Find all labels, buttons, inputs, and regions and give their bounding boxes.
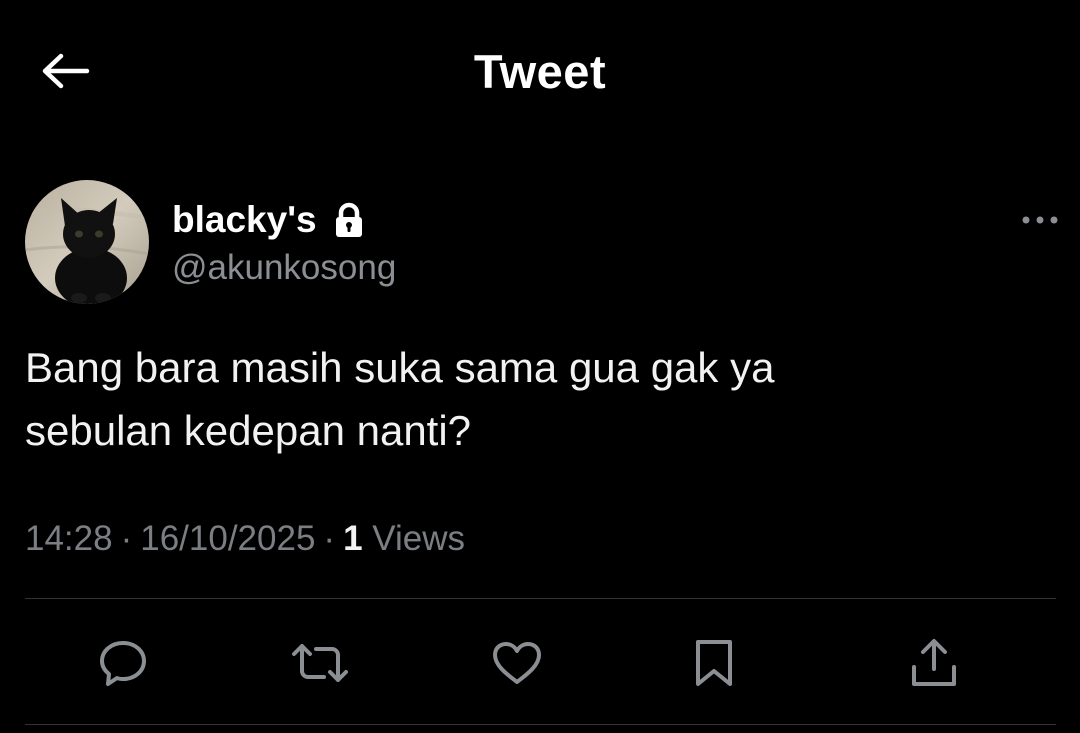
share-button[interactable] [901, 630, 967, 696]
share-icon [908, 637, 960, 689]
bookmark-icon [692, 638, 736, 688]
retweet-button[interactable] [287, 630, 353, 696]
top-bar: Tweet [0, 0, 1080, 140]
like-button[interactable] [484, 630, 550, 696]
more-dots-icon [1020, 214, 1060, 226]
display-name-row: blacky's [172, 196, 396, 244]
avatar[interactable] [25, 180, 149, 304]
lock-icon [331, 202, 367, 238]
bookmark-button[interactable] [681, 630, 747, 696]
tweet-time: 14:28 [25, 519, 113, 558]
views-count[interactable]: 1 [343, 519, 362, 558]
tweet-meta: 14:28 · 16/10/2025 · 1 Views [25, 519, 465, 559]
display-name[interactable]: blacky's [172, 199, 317, 241]
tweet-date: 16/10/2025 [140, 519, 316, 558]
heart-icon [491, 640, 543, 686]
divider [25, 598, 1056, 599]
meta-separator: · [323, 519, 336, 558]
tweet-text-line: Bang bara masih suka sama gua gak ya [25, 344, 775, 391]
action-bar [0, 630, 1080, 696]
page-title: Tweet [473, 45, 607, 98]
more-options-button[interactable] [1018, 208, 1062, 232]
retweet-icon [290, 641, 350, 685]
meta-separator: · [120, 519, 133, 558]
tweet-text: Bang bara masih suka sama gua gak ya seb… [25, 336, 1035, 462]
tweet-author: blacky's @akunkosong [172, 196, 396, 288]
views-label[interactable]: Views [372, 519, 465, 558]
tweet-text-line: sebulan kedepan nanti? [25, 407, 472, 454]
black-kitten-photo [25, 180, 149, 304]
reply-bubble-icon [98, 639, 148, 687]
user-handle[interactable]: @akunkosong [172, 248, 396, 288]
reply-button[interactable] [90, 630, 156, 696]
divider [25, 724, 1056, 725]
